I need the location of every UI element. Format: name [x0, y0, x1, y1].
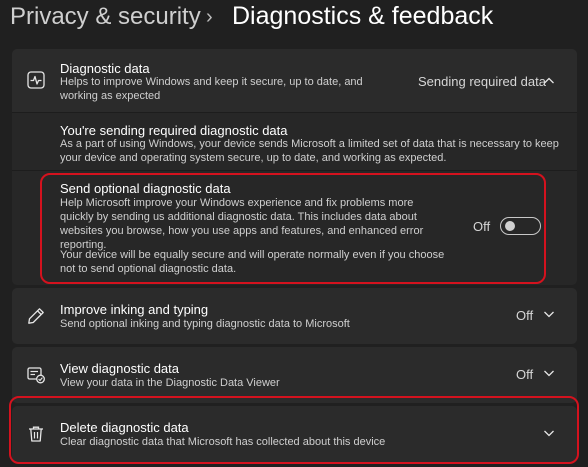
view-diagnostic-data-status: Off — [516, 367, 534, 382]
diagnostic-data-status: Sending required data — [418, 74, 546, 89]
diagnostic-data-card: Diagnostic data Helps to improve Windows… — [12, 49, 577, 285]
optional-data-note: Your device will be equally secure and w… — [60, 249, 445, 275]
view-diagnostic-data-card[interactable]: View diagnostic data View your data in t… — [12, 347, 577, 403]
diagnostic-data-expanded-panel: You're sending required diagnostic data … — [12, 112, 577, 285]
inking-typing-description: Send optional inking and typing diagnost… — [60, 318, 350, 330]
view-diagnostic-data-description: View your data in the Diagnostic Data Vi… — [60, 377, 280, 389]
optional-data-title: Send optional diagnostic data — [60, 181, 231, 196]
pen-icon — [26, 306, 46, 326]
diagnostic-data-title: Diagnostic data — [60, 61, 150, 76]
delete-diagnostic-data-title: Delete diagnostic data — [60, 420, 189, 435]
toggle-knob — [505, 221, 515, 231]
chevron-down-icon[interactable] — [542, 426, 556, 440]
optional-data-description: Help Microsoft improve your Windows expe… — [60, 197, 424, 251]
chevron-down-icon[interactable] — [542, 366, 556, 380]
inking-typing-status: Off — [516, 308, 534, 323]
breadcrumb-separator: › — [206, 6, 213, 28]
delete-diagnostic-data-card[interactable]: Delete diagnostic data Clear diagnostic … — [12, 406, 577, 462]
chevron-up-icon[interactable] — [542, 74, 556, 88]
divider — [12, 170, 577, 171]
inking-typing-card[interactable]: Improve inking and typing Send optional … — [12, 288, 577, 344]
breadcrumb: Privacy & security › Diagnostics & feedb… — [0, 0, 588, 44]
breadcrumb-parent[interactable]: Privacy & security — [10, 3, 201, 31]
chevron-down-icon[interactable] — [542, 307, 556, 321]
page-title: Diagnostics & feedback — [232, 2, 494, 30]
diagnostic-data-description: Helps to improve Windows and keep it sec… — [60, 76, 363, 102]
required-data-title: You're sending required diagnostic data — [60, 123, 288, 138]
trash-icon — [26, 424, 46, 444]
inking-typing-title: Improve inking and typing — [60, 302, 209, 317]
diagnostic-viewer-icon — [26, 365, 46, 385]
optional-data-toggle-label: Off — [473, 219, 491, 234]
pulse-icon — [26, 70, 46, 90]
view-diagnostic-data-title: View diagnostic data — [60, 361, 180, 376]
optional-data-toggle[interactable] — [500, 217, 541, 235]
diagnostic-data-header[interactable]: Diagnostic data Helps to improve Windows… — [12, 49, 577, 111]
delete-diagnostic-data-description: Clear diagnostic data that Microsoft has… — [60, 436, 386, 448]
required-data-description: As a part of using Windows, your device … — [60, 138, 559, 164]
